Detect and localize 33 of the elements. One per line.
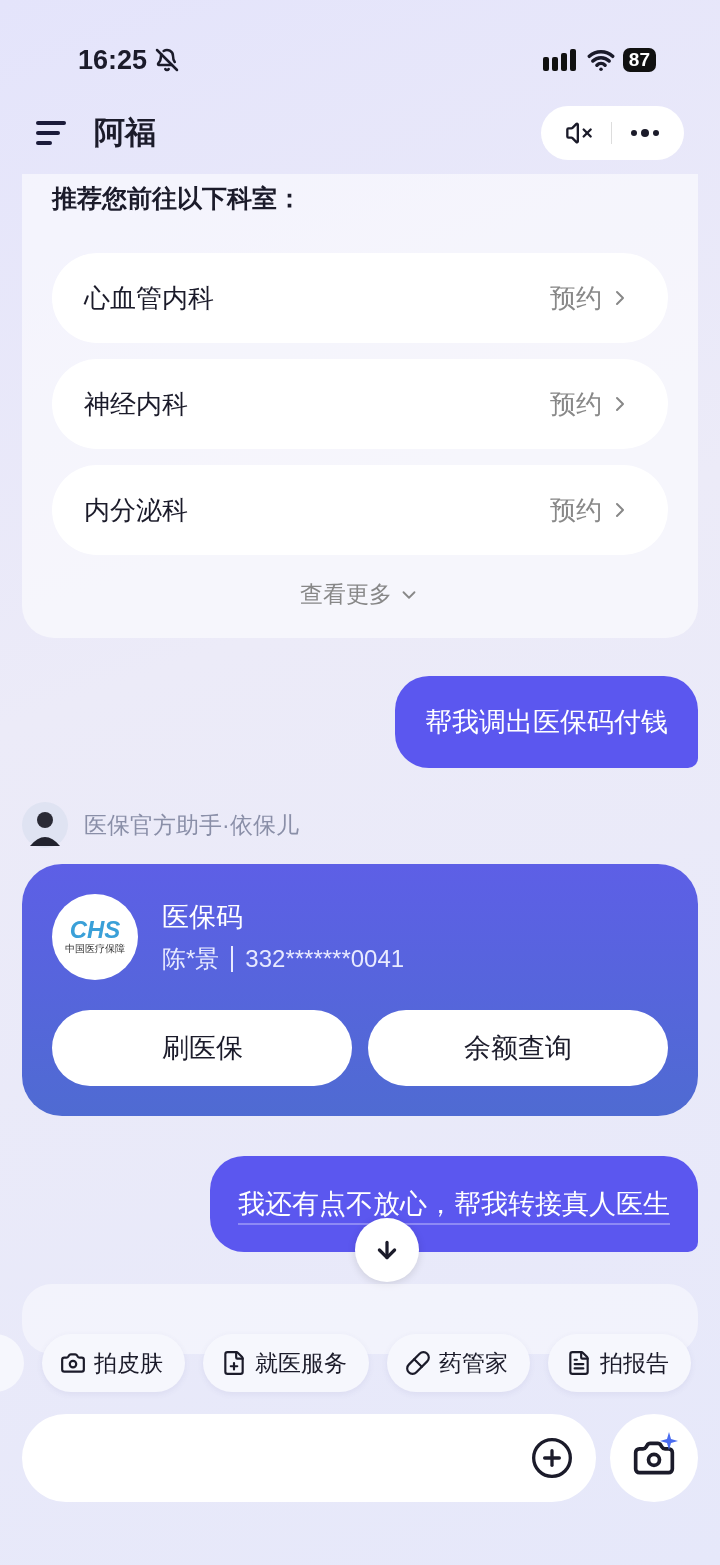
card-action-button[interactable]: 刷医保 bbox=[52, 1010, 352, 1086]
card-title: 医保码 bbox=[162, 901, 244, 934]
camera-icon bbox=[60, 1350, 86, 1376]
avatar bbox=[22, 802, 68, 848]
user-message: 帮我调出医保码付钱 bbox=[395, 676, 698, 768]
quick-action-chip[interactable]: 就医服务 bbox=[203, 1334, 369, 1392]
add-button[interactable] bbox=[530, 1436, 574, 1480]
status-time: 16:25 bbox=[78, 44, 148, 76]
department-row[interactable]: 内分泌科 预约 bbox=[52, 465, 668, 555]
quick-action-chip[interactable]: 拍皮肤 bbox=[42, 1334, 185, 1392]
quick-action-chip[interactable]: 药管家 bbox=[387, 1334, 530, 1392]
assistant-name: 医保官方助手·依保儿 bbox=[84, 810, 299, 840]
scroll-down-button[interactable] bbox=[355, 1218, 419, 1282]
more-button[interactable] bbox=[630, 129, 660, 137]
quick-action-chip[interactable]: 拍报告 bbox=[548, 1334, 691, 1392]
holder-name: 陈*景 bbox=[162, 944, 220, 974]
assistant-title: 阿福 bbox=[94, 114, 156, 152]
pill-icon bbox=[405, 1350, 431, 1376]
card-heading: 推荐您前往以下科室： bbox=[52, 183, 303, 214]
insurance-logo: CHS 中国医疗保障 bbox=[52, 894, 138, 980]
bell-off-icon bbox=[155, 48, 180, 72]
sparkle-icon bbox=[660, 1432, 678, 1450]
menu-button[interactable] bbox=[36, 120, 66, 146]
signal-icon bbox=[542, 49, 579, 71]
department-row[interactable]: 神经内科 预约 bbox=[52, 359, 668, 449]
plus-icon bbox=[530, 1436, 574, 1480]
document-icon bbox=[566, 1350, 592, 1376]
card-action-button[interactable]: 余额查询 bbox=[368, 1010, 668, 1086]
more-icon bbox=[630, 129, 660, 137]
battery-level: 87 bbox=[622, 48, 656, 72]
department-row[interactable]: 心血管内科 预约 bbox=[52, 253, 668, 343]
card-number: 332*******0041 bbox=[245, 945, 405, 973]
document-plus-icon bbox=[221, 1350, 247, 1376]
